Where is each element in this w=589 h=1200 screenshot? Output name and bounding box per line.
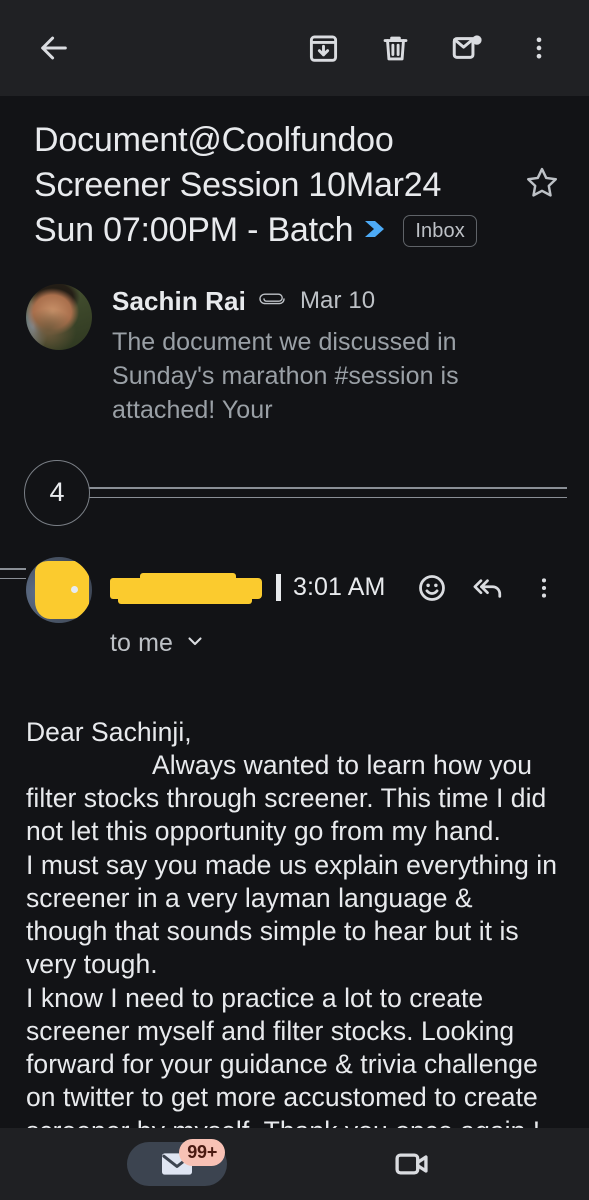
avatar[interactable]	[26, 283, 92, 350]
important-marker-icon[interactable]	[363, 208, 393, 253]
avatar[interactable]	[26, 556, 92, 623]
conversation-scroll-area[interactable]: Document@Coolfundoo Screener Session 10M…	[0, 96, 589, 1200]
archive-button[interactable]	[295, 20, 351, 76]
bottom-navigation-bar: 99+	[0, 1128, 589, 1200]
delete-button[interactable]	[367, 20, 423, 76]
message-preview-body: Sachin Rai Mar 10 The document we discus…	[112, 284, 563, 427]
trash-icon	[383, 36, 407, 60]
paperclip-glyph	[259, 293, 285, 304]
subject-line-3: Sun 07:00PM - Batch	[34, 211, 354, 250]
message-body-text: Dear Sachinji, Always wanted to learn ho…	[26, 716, 557, 1200]
mark-unread-envelope-icon	[452, 35, 482, 59]
sender-name-redacted	[110, 572, 268, 604]
recipients-label: to me	[110, 628, 174, 657]
subject-line-1: Document@Coolfundoo	[34, 121, 394, 159]
video-camera-glyph	[395, 1153, 428, 1175]
subject-block: Document@Coolfundoo Screener Session 10M…	[0, 96, 589, 254]
recipients-toggle[interactable]: to me	[110, 629, 207, 658]
text-cursor-mark	[276, 574, 281, 602]
nav-item-mail[interactable]: 99+	[127, 1139, 228, 1189]
subject-text: Document@Coolfundoo Screener Session 10M…	[34, 118, 513, 254]
reply-all-icon	[473, 578, 502, 598]
sender-name: Sachin Rai	[112, 285, 246, 316]
archive-icon	[309, 35, 337, 62]
expanded-message-meta: 3:01 AM to me	[110, 557, 571, 658]
sender-row: 3:01 AM	[110, 561, 571, 615]
chevron-down-glyph	[188, 637, 202, 645]
important-chevron-glyph	[365, 221, 385, 238]
message-snippet: The document we discussed in Sunday's ma…	[112, 327, 459, 424]
mail-unread-badge: 99+	[179, 1139, 226, 1166]
nav-item-meet[interactable]	[362, 1139, 462, 1189]
back-button[interactable]	[26, 20, 82, 76]
mark-unread-button[interactable]	[439, 20, 495, 76]
message-preview-first[interactable]: Sachin Rai Mar 10 The document we discus…	[0, 254, 589, 427]
collapsed-divider-lines	[82, 487, 567, 499]
video-camera-icon	[393, 1145, 431, 1183]
appbar-more-button[interactable]	[511, 20, 567, 76]
smiley-icon	[419, 574, 445, 601]
gmail-conversation-screen: Document@Coolfundoo Screener Session 10M…	[0, 0, 589, 1200]
top-app-bar	[0, 0, 589, 96]
star-button[interactable]	[513, 154, 571, 212]
expanded-message-header: 3:01 AM to me	[0, 541, 589, 658]
collapsed-divider-stub	[0, 568, 26, 579]
redaction-mark	[35, 560, 90, 619]
chevron-down-icon	[183, 629, 207, 658]
label-chip-inbox[interactable]: Inbox	[403, 215, 477, 248]
message-time: 3:01 AM	[293, 573, 386, 602]
add-reaction-button[interactable]	[405, 561, 459, 615]
subject-line-2: Screener Session 10Mar24	[34, 166, 442, 205]
avatar-glint	[70, 585, 78, 593]
message-more-button[interactable]	[517, 561, 571, 615]
message-date: Mar 10	[299, 287, 376, 315]
star-icon	[526, 167, 558, 197]
message-header-actions	[405, 561, 571, 615]
collapsed-count-badge[interactable]: 4	[24, 459, 90, 526]
attachment-icon	[258, 290, 288, 313]
more-vertical-icon	[541, 578, 547, 598]
sender-row: Sachin Rai Mar 10	[112, 286, 563, 317]
reply-all-button[interactable]	[461, 561, 515, 615]
more-vertical-icon	[536, 37, 542, 59]
subject-line-3-row: Sun 07:00PM - Batch Inbox	[34, 208, 513, 253]
collapsed-messages-row[interactable]: 4	[0, 445, 589, 541]
back-arrow-icon	[41, 36, 67, 60]
